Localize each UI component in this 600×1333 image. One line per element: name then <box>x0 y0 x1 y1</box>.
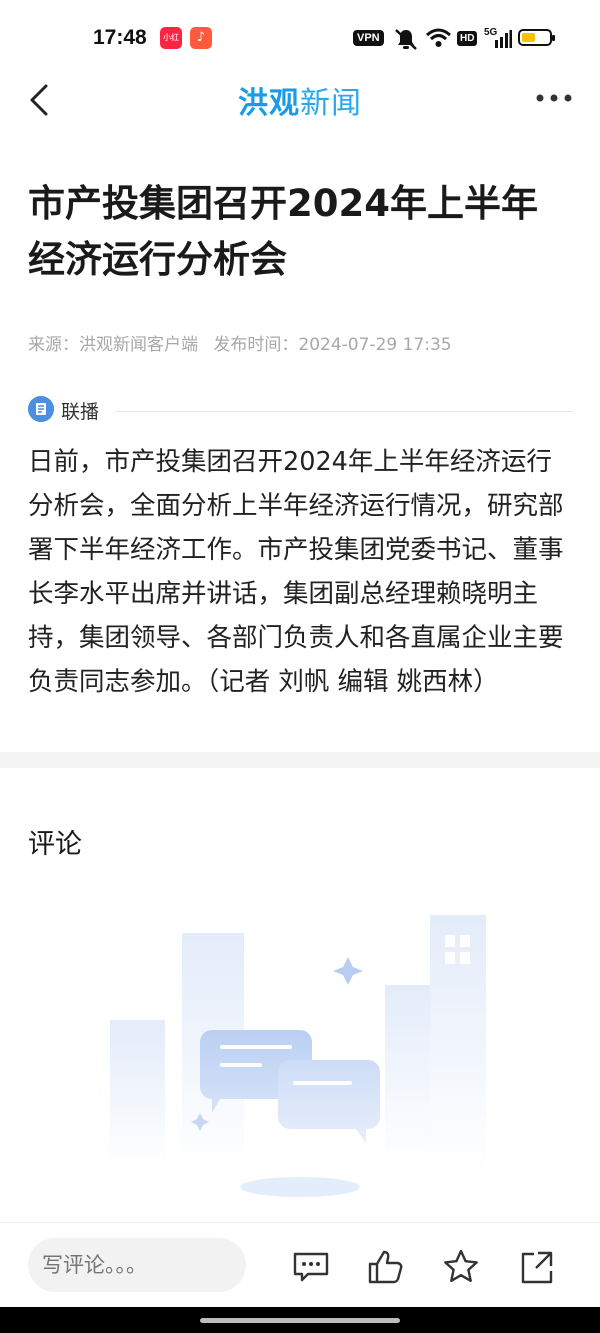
system-nav-bar <box>0 1307 600 1333</box>
article-body: 日前，市产投集团召开2024年上半年经济运行分析会，全面分析上半年经济运行情况，… <box>28 447 564 697</box>
section-divider <box>116 411 573 412</box>
comment-icon[interactable] <box>292 1248 330 1286</box>
battery-icon <box>518 29 555 46</box>
mute-icon <box>395 29 417 50</box>
bottom-action-bar <box>0 1222 600 1308</box>
star-icon[interactable] <box>442 1248 480 1286</box>
document-icon <box>28 396 54 422</box>
empty-comments-illustration <box>110 915 486 1197</box>
article-publish-time: 发布时间：2024-07-29 17:35 <box>213 335 452 355</box>
article-source: 来源：洪观新闻客户端 <box>28 335 198 355</box>
comments-title: 评论 <box>28 829 82 860</box>
share-icon[interactable] <box>518 1248 556 1286</box>
app-logo: 洪观新闻 <box>0 78 600 122</box>
nav-bar: 洪观新闻 <box>0 70 600 128</box>
status-time: 17:48 <box>93 26 147 49</box>
comment-input[interactable] <box>28 1238 246 1292</box>
article-meta: 来源：洪观新闻客户端 发布时间：2024-07-29 17:35 <box>28 330 462 355</box>
status-bar: 17:48 小红书 ♪ VPN HD 5G <box>0 0 600 70</box>
signal-icon <box>495 30 512 48</box>
lianbo-section-header: 联播 <box>28 396 573 426</box>
wifi-icon <box>426 28 451 47</box>
vpn-badge: VPN <box>353 30 384 46</box>
logo-light: 新闻 <box>300 86 362 121</box>
home-indicator[interactable] <box>200 1318 400 1323</box>
hd-badge: HD <box>457 31 478 46</box>
section-divider-band <box>0 752 600 768</box>
music-app-icon: ♪ <box>190 27 212 49</box>
like-icon[interactable] <box>367 1248 405 1286</box>
logo-bold: 洪观 <box>238 86 300 121</box>
xiaohongshu-app-icon: 小红书 <box>160 27 182 64</box>
article-title: 市产投集团召开2024年上半年经济运行分析会 <box>28 182 538 281</box>
more-options-icon[interactable] <box>530 88 578 108</box>
lianbo-label: 联播 <box>61 401 100 423</box>
